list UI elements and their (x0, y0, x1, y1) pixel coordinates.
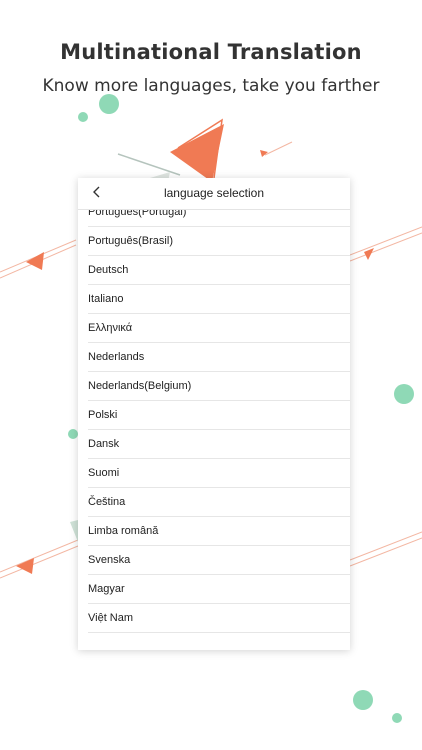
language-item[interactable]: Português(Brasil) (88, 227, 350, 256)
language-list[interactable]: Português(Portugal) Português(Brasil) Deut… (78, 210, 350, 650)
decor-dot (392, 713, 402, 723)
dialog-title: language selection (163, 186, 265, 200)
decor-arrowhead (260, 150, 268, 157)
language-item[interactable]: Việt Nam (88, 604, 350, 633)
language-item[interactable]: Svenska (88, 546, 350, 575)
language-item[interactable]: Deutsch (88, 256, 350, 285)
decor-line (0, 539, 79, 573)
language-selection-dialog: language selection Português(Portugal) Po… (78, 178, 350, 650)
decor-dot (394, 384, 414, 404)
language-item[interactable]: Dansk (88, 430, 350, 459)
language-item[interactable]: Nederlands(Belgium) (88, 372, 350, 401)
language-item[interactable]: Nederlands (88, 343, 350, 372)
language-item[interactable]: Português(Portugal) (88, 210, 350, 227)
decor-dot (78, 112, 88, 122)
decor-line (349, 537, 422, 567)
decor-triangle (16, 558, 34, 574)
decor-arrowhead (364, 248, 374, 260)
decor-shape (70, 520, 78, 542)
language-item[interactable]: Ελληνικά (88, 314, 350, 343)
language-item[interactable]: Limba română (88, 517, 350, 546)
language-item[interactable]: Italiano (88, 285, 350, 314)
decor-line (264, 141, 293, 156)
language-item[interactable]: Polski (88, 401, 350, 430)
language-item[interactable]: Magyar (88, 575, 350, 604)
decor-line (117, 153, 181, 176)
decor-line (349, 226, 422, 256)
decor-triangle (26, 252, 44, 270)
decor-dot (353, 690, 373, 710)
language-item[interactable]: Suomi (88, 459, 350, 488)
decor-line (0, 545, 79, 579)
decor-line (349, 531, 422, 561)
decor-triangle (170, 124, 224, 182)
decor-dot (99, 94, 119, 114)
dialog-header: language selection (78, 178, 350, 210)
decor-line (349, 232, 422, 262)
decor-dot (68, 429, 78, 439)
language-item[interactable]: Čeština (88, 488, 350, 517)
